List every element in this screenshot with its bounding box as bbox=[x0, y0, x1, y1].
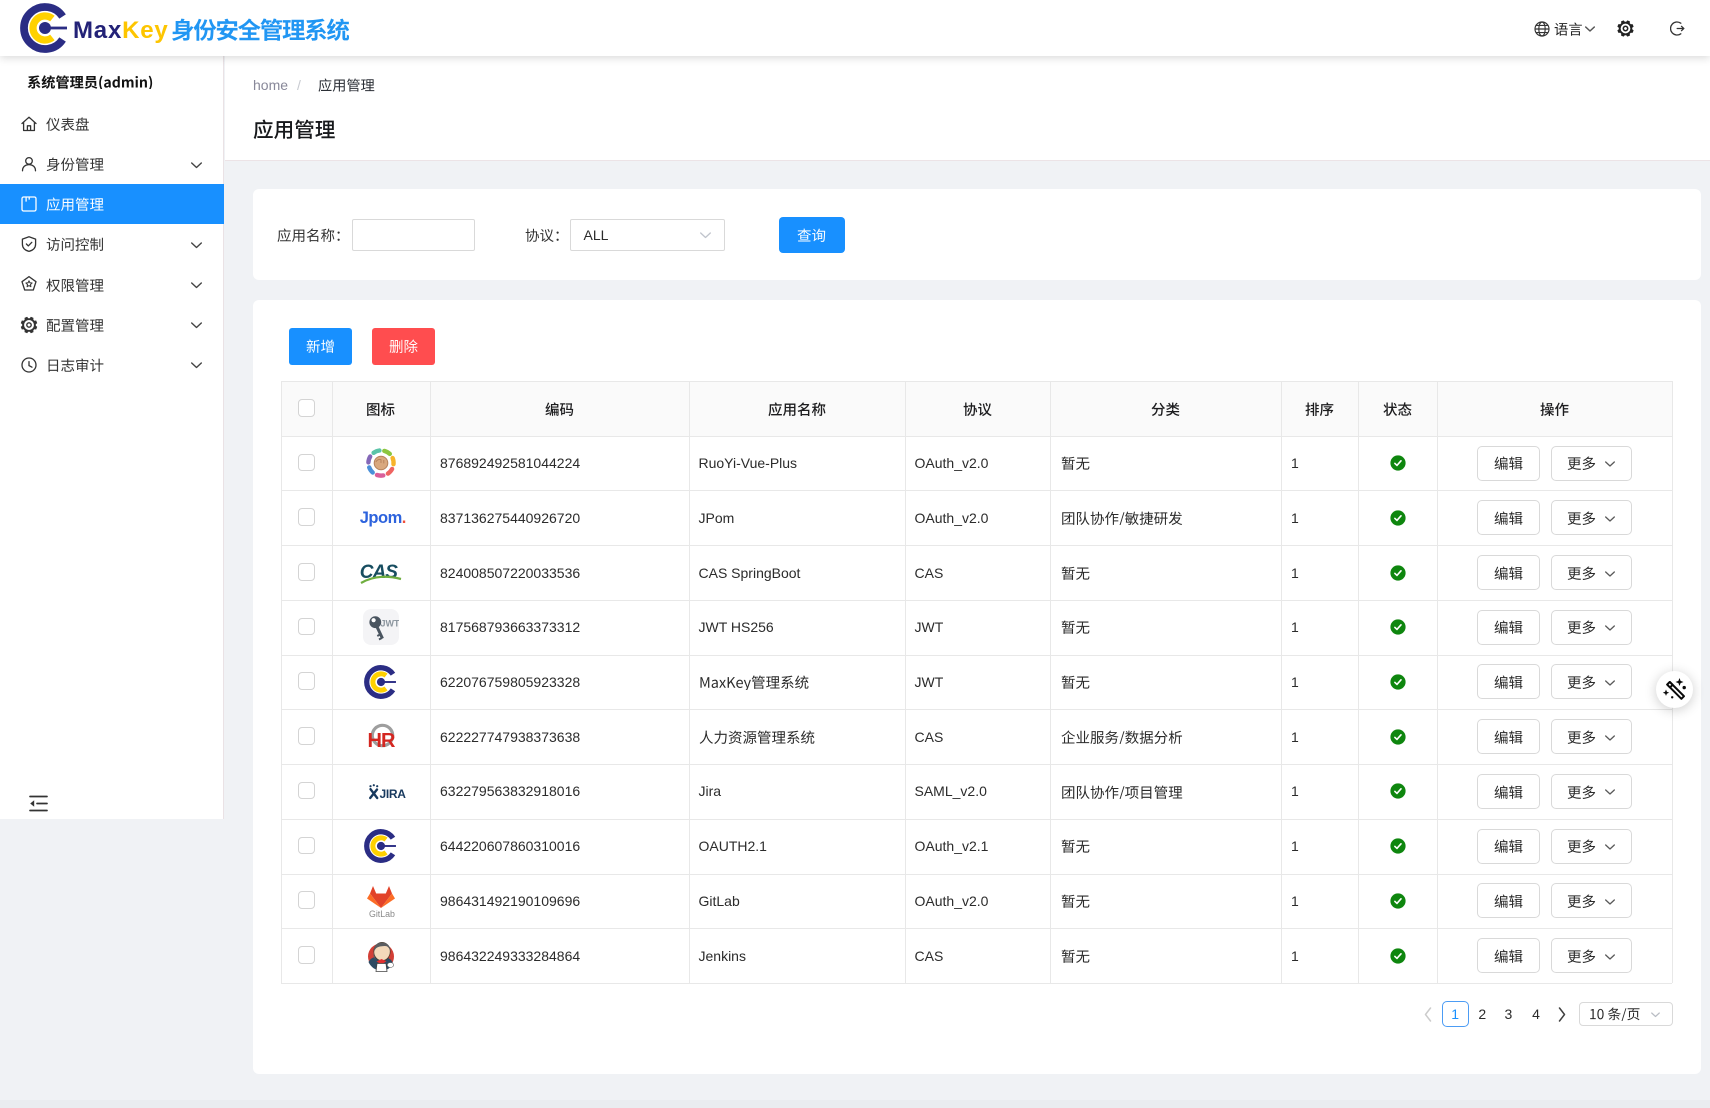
svg-text:GitLab: GitLab bbox=[369, 909, 395, 919]
svg-text:JIRA: JIRA bbox=[379, 787, 406, 800]
svg-text:HR: HR bbox=[367, 730, 395, 752]
svg-text:JWT: JWT bbox=[380, 619, 399, 629]
